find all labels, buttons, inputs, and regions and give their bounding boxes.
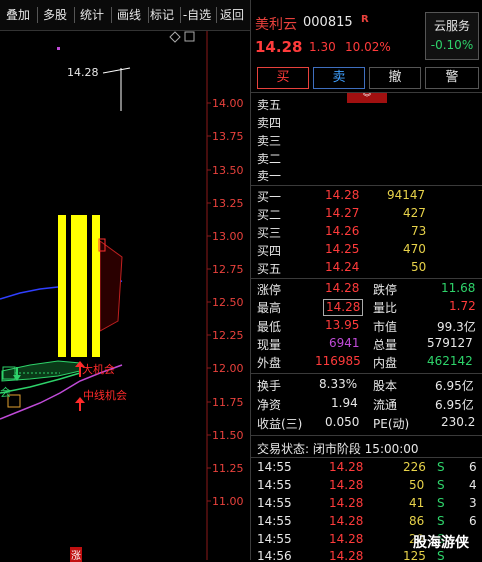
big-opportunity-signal: 大机会 [82, 363, 115, 376]
price-change-pct: 10.02% [345, 40, 391, 54]
toolbar-multi-stock-button[interactable]: 多股 [39, 0, 71, 30]
current-price: 14.28 [255, 38, 303, 56]
tick-row: 14:55 14.28 41 S 3 [257, 496, 477, 510]
trade-status: 交易状态: 闭市阶段 15:00:00 [257, 442, 419, 456]
stock-name: 美利云 [255, 17, 297, 33]
price-tick: 12.50 [212, 296, 244, 309]
sell-button[interactable]: 卖 [313, 67, 365, 89]
price-tick: 14.00 [212, 97, 244, 110]
diamond-icon[interactable] [169, 31, 181, 43]
stock-code: 000815 [303, 15, 353, 30]
tick-row: 14:55 14.28 50 S 4 [257, 478, 477, 492]
sell-level-label: 卖五 [257, 98, 282, 112]
quote-panel: 美利云 000815 R 14.28 1.30 10.02% 云服务 -0.10… [250, 0, 482, 560]
price-tick: 11.50 [212, 429, 244, 442]
cloud-service-value: -0.10% [430, 38, 474, 52]
tick-row: 14:55 14.28 86 S 6 [257, 514, 477, 528]
alert-button[interactable]: 警 [425, 67, 479, 89]
price-change: 1.30 [309, 40, 336, 54]
sell-level-label: 卖三 [257, 134, 282, 148]
square-icon[interactable] [184, 31, 195, 42]
sell-level-label: 卖二 [257, 152, 282, 166]
marker-dot [57, 47, 60, 50]
watermark-text: 股海游侠 [413, 535, 469, 551]
buy-level-row[interactable]: 买五 14.24 50 [251, 260, 482, 277]
high-pointer-line [102, 67, 131, 74]
buy-level-row[interactable]: 买四 14.25 470 [251, 242, 482, 259]
kline-chart[interactable]: 14.28 大机会 中线机会 会 涨 14.00 13.75 13.50 13.… [0, 31, 250, 562]
toolbar-draw-line-button[interactable]: 画线 [113, 0, 145, 30]
price-tick: 12.00 [212, 362, 244, 375]
high-price-label: 14.28 [67, 66, 99, 79]
stock-badge: R [361, 14, 369, 25]
toolbar-watchlist-button[interactable]: -自选 [180, 0, 214, 30]
stats2-row: 收益(三) 0.050 PE(动) 230.2 [257, 415, 476, 431]
toolbar-mark-button[interactable]: 标记 [146, 0, 178, 30]
mid-term-opportunity-signal: 中线机会 [83, 389, 127, 402]
stats-row: 最低 13.95 市值 99.3亿 [257, 318, 476, 334]
left-signal-fragment: 会 [0, 386, 11, 399]
price-tick: 13.50 [212, 164, 244, 177]
toolbar-back-button[interactable]: 返回 [217, 0, 247, 30]
sell-level-label: 卖四 [257, 116, 282, 130]
big-yellow-candle [58, 215, 100, 357]
chart-toolbar: 叠加 多股 统计 画线 标记 -自选 返回 [0, 0, 250, 31]
stats-row: 最高 14.28 量比 1.72 [257, 299, 476, 316]
price-tick: 11.75 [212, 396, 244, 409]
price-tick: 12.25 [212, 329, 244, 342]
stats2-row: 换手 8.33% 股本 6.95亿 [257, 377, 474, 393]
sell-level-label: 卖一 [257, 169, 282, 183]
stats-row: 涨停 14.28 跌停 11.68 [257, 281, 476, 297]
green-band [1, 360, 81, 382]
price-tick: 13.25 [212, 197, 244, 210]
price-tick: 11.25 [212, 462, 244, 475]
stats-row: 外盘 116985 内盘 462142 [257, 354, 473, 370]
cloud-service-label: 云服务 [433, 19, 470, 33]
price-tick: 11.00 [212, 495, 244, 508]
toolbar-overlay-button[interactable]: 叠加 [2, 0, 34, 30]
stats2-row: 净资 1.94 流通 6.95亿 [257, 396, 474, 412]
buy-level-row[interactable]: 买一 14.28 94147 [251, 188, 482, 205]
price-tick: 13.00 [212, 230, 244, 243]
red-wedge-band [99, 240, 123, 332]
stats-row: 现量 6941 总量 579127 [257, 336, 473, 352]
buy-level-row[interactable]: 买二 14.27 427 [251, 206, 482, 223]
cloud-service-box[interactable]: 云服务 -0.10% [425, 12, 479, 60]
price-tick: 13.75 [212, 130, 244, 143]
tick-row: 14:55 14.28 226 S 6 [257, 460, 477, 474]
price-tick: 12.75 [212, 263, 244, 276]
cancel-order-button[interactable]: 撤 [369, 67, 421, 89]
buy-button[interactable]: 买 [257, 67, 309, 89]
buy-level-row[interactable]: 买三 14.26 73 [251, 224, 482, 241]
toolbar-stats-button[interactable]: 统计 [76, 0, 108, 30]
